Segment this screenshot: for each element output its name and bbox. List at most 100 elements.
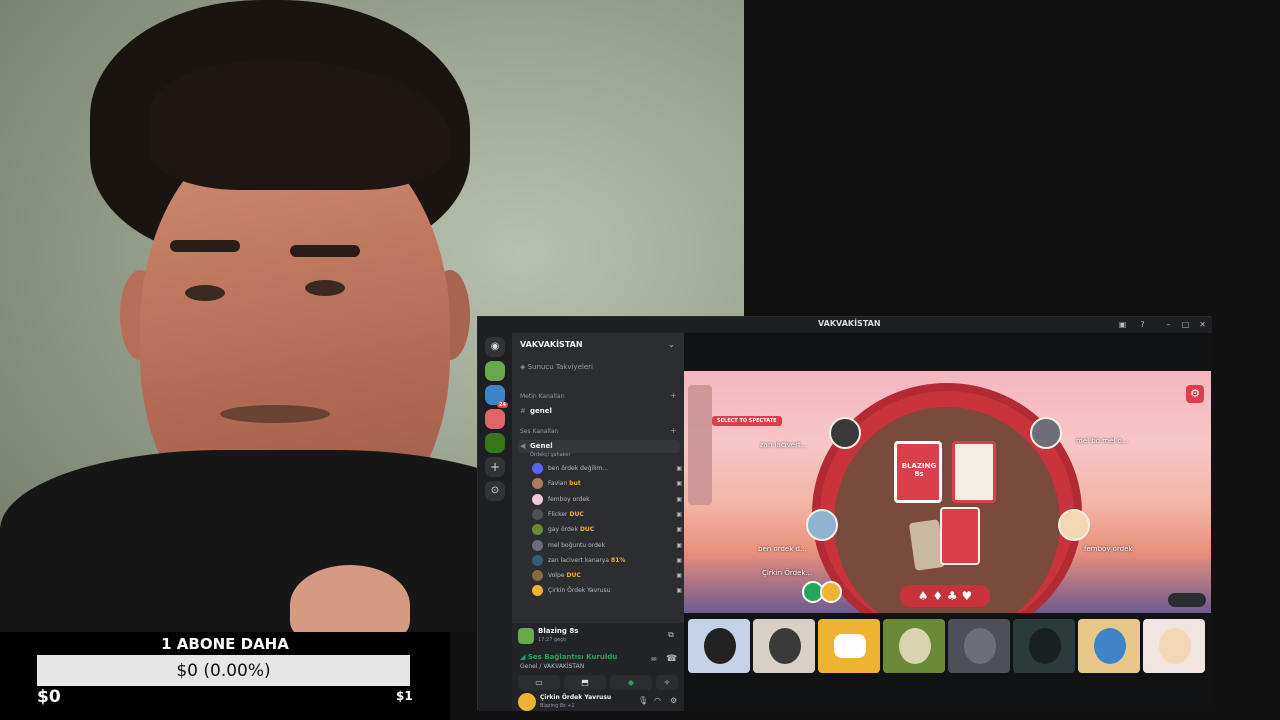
inbox-icon[interactable]: ▣ <box>1118 320 1127 329</box>
voice-user[interactable]: ben ördek değilim... ▣ <box>532 461 682 476</box>
participant-avatar <box>899 628 931 664</box>
participant-tile[interactable] <box>753 619 815 673</box>
player-avatar <box>829 417 861 449</box>
noise-icon[interactable]: ♒ <box>650 655 657 664</box>
avatar <box>532 524 543 536</box>
window-title: VAKVAKİSTAN <box>818 319 881 328</box>
category-text[interactable]: Metin Kanalları <box>520 393 565 400</box>
voice-user-tag: DUC <box>579 526 595 534</box>
player-label: femboy ordek <box>1084 545 1133 553</box>
voice-user[interactable]: femboy ordek ▣ <box>532 492 682 507</box>
gamepad-icon: ▣ <box>676 556 682 564</box>
participant-avatar <box>704 628 736 664</box>
suit-selector[interactable]: ♠ ♦ ♣ ♥ <box>900 585 990 607</box>
stream-overlay: 1 ABONE DAHA $0 $1 $0 (0.00%) VAKVAKİSTA… <box>0 0 1280 720</box>
boost-label: Sunucu Takviyeleri <box>527 363 593 371</box>
close-icon[interactable]: ✕ <box>1198 320 1207 329</box>
participant-tile[interactable] <box>688 619 750 673</box>
channel-genel[interactable]: # genel <box>518 405 680 418</box>
webcam-brow-right <box>290 245 360 257</box>
user-name: Çirkin Ördek Yavrusu <box>540 694 612 701</box>
gamepad-icon: ▣ <box>676 480 682 488</box>
voice-user[interactable]: Volpe DUC ▣ <box>532 568 682 583</box>
subgoal-progress-text: $0 (0.00%) <box>176 661 271 681</box>
avatar[interactable] <box>518 693 536 711</box>
user-panel: Çirkin Ördek Yavrusu Blazing 8s +1 🎙 ◠ ⚙ <box>518 693 678 711</box>
server-boost-link[interactable]: ◈ Sunucu Takviyeleri <box>520 363 593 371</box>
discord-icon <box>834 634 866 658</box>
webcam-eye-right <box>305 280 345 296</box>
discard-pile-card <box>952 441 996 503</box>
webcam-brow-left <box>170 240 240 252</box>
window-titlebar: VAKVAKİSTAN ▣ ? – □ ✕ <box>478 317 1212 333</box>
activity-menu-icon[interactable]: ⧉ <box>668 630 674 640</box>
participant-tile[interactable] <box>883 619 945 673</box>
draw-pile-card[interactable]: BLAZING 8s <box>894 441 942 503</box>
voice-user-name: femboy ordek <box>548 495 590 503</box>
discord-home-icon[interactable]: ◉ <box>485 337 505 357</box>
category-voice[interactable]: Ses Kanalları <box>520 428 559 435</box>
chevron-down-icon[interactable]: ⌄ <box>668 340 675 349</box>
voice-user-name: zan lacivert kanarya <box>548 556 610 564</box>
speaker-icon: ◀ <box>520 442 526 450</box>
avatar <box>532 554 543 566</box>
server-icon-3[interactable] <box>485 409 505 429</box>
gamepad-icon: ▣ <box>676 465 682 472</box>
voice-user[interactable]: Favian but ▣ <box>532 476 682 491</box>
voice-user-name: mel boğuntu ordek <box>548 541 606 549</box>
activity-card[interactable]: Blazing 8s 17:27 geçti ⧉ <box>518 626 678 648</box>
participant-tile[interactable] <box>948 619 1010 673</box>
add-channel-icon[interactable]: + <box>670 391 677 400</box>
hand-card-selected[interactable] <box>940 507 980 565</box>
participant-tile[interactable] <box>1078 619 1140 673</box>
activity-time: 17:27 geçti <box>538 637 567 643</box>
add-server-icon[interactable]: + <box>485 457 505 477</box>
spectate-button[interactable]: SELECT TO SPECTATE <box>712 416 782 426</box>
server-icon-2[interactable]: 24 <box>485 385 508 408</box>
spectator-panel[interactable] <box>688 385 712 505</box>
voice-user[interactable]: Flicker DUC ▣ <box>532 507 682 522</box>
server-icon-1[interactable] <box>485 361 505 381</box>
avatar <box>532 508 543 520</box>
voice-user[interactable]: Çirkin Ördek Yavrusu ▣ <box>532 583 682 598</box>
participant-tile[interactable] <box>818 619 880 673</box>
player-label: mel bo mel o... <box>1076 437 1129 445</box>
gamepad-icon: ▣ <box>676 526 682 534</box>
voice-user[interactable]: mel boğuntu ordek ▣ <box>532 538 682 553</box>
participant-tile[interactable] <box>1143 619 1205 673</box>
participant-tile[interactable] <box>1013 619 1075 673</box>
headphones-icon[interactable]: ◠ <box>654 696 661 705</box>
disconnect-icon[interactable]: ☎ <box>666 654 677 664</box>
blazing-8s-game[interactable]: SELECT TO SPECTATE ⚙ BLAZING 8s zan laci… <box>684 371 1211 613</box>
add-voice-channel-icon[interactable]: + <box>670 426 677 435</box>
game-settings-icon[interactable]: ⚙ <box>1186 385 1204 403</box>
gear-icon[interactable]: ⚙ <box>670 696 677 705</box>
player-label: zan lacivert... <box>760 441 808 449</box>
maximize-icon[interactable]: □ <box>1181 320 1190 329</box>
avatar <box>532 463 543 474</box>
minimize-icon[interactable]: – <box>1164 320 1173 329</box>
subgoal-max: $1 <box>396 689 413 703</box>
voice-user-name: Volpe <box>548 572 565 580</box>
server-name[interactable]: VAKVAKİSTAN <box>520 340 583 349</box>
avatar <box>532 585 543 597</box>
camera-button[interactable]: ▭ <box>518 675 560 690</box>
avatar <box>532 570 543 582</box>
soundboard-button[interactable]: ✧ <box>656 675 678 690</box>
server-icon-4[interactable] <box>485 433 505 453</box>
participant-avatar <box>1029 628 1061 664</box>
help-icon[interactable]: ? <box>1138 320 1147 329</box>
screen-share-button[interactable]: ⬒ <box>564 675 606 690</box>
voice-user-tag: 81% <box>611 556 626 564</box>
participant-tiles <box>688 619 1208 674</box>
voice-user-name: ben ördek değilim... <box>548 465 608 472</box>
gamepad-icon: ▣ <box>676 587 682 595</box>
explore-icon[interactable]: ⊙ <box>485 481 505 501</box>
mic-icon[interactable]: 🎙 <box>638 696 648 705</box>
voice-user[interactable]: gay ördek DUC ▣ <box>532 522 682 537</box>
voice-user-name: Flicker <box>548 510 568 518</box>
activity-button[interactable]: ◆ <box>610 675 652 690</box>
voice-user[interactable]: zan lacivert kanarya 81% ▣ <box>532 553 682 568</box>
voice-activity: Ördekçi şahaker <box>530 452 571 458</box>
channel-label: genel <box>530 407 552 415</box>
